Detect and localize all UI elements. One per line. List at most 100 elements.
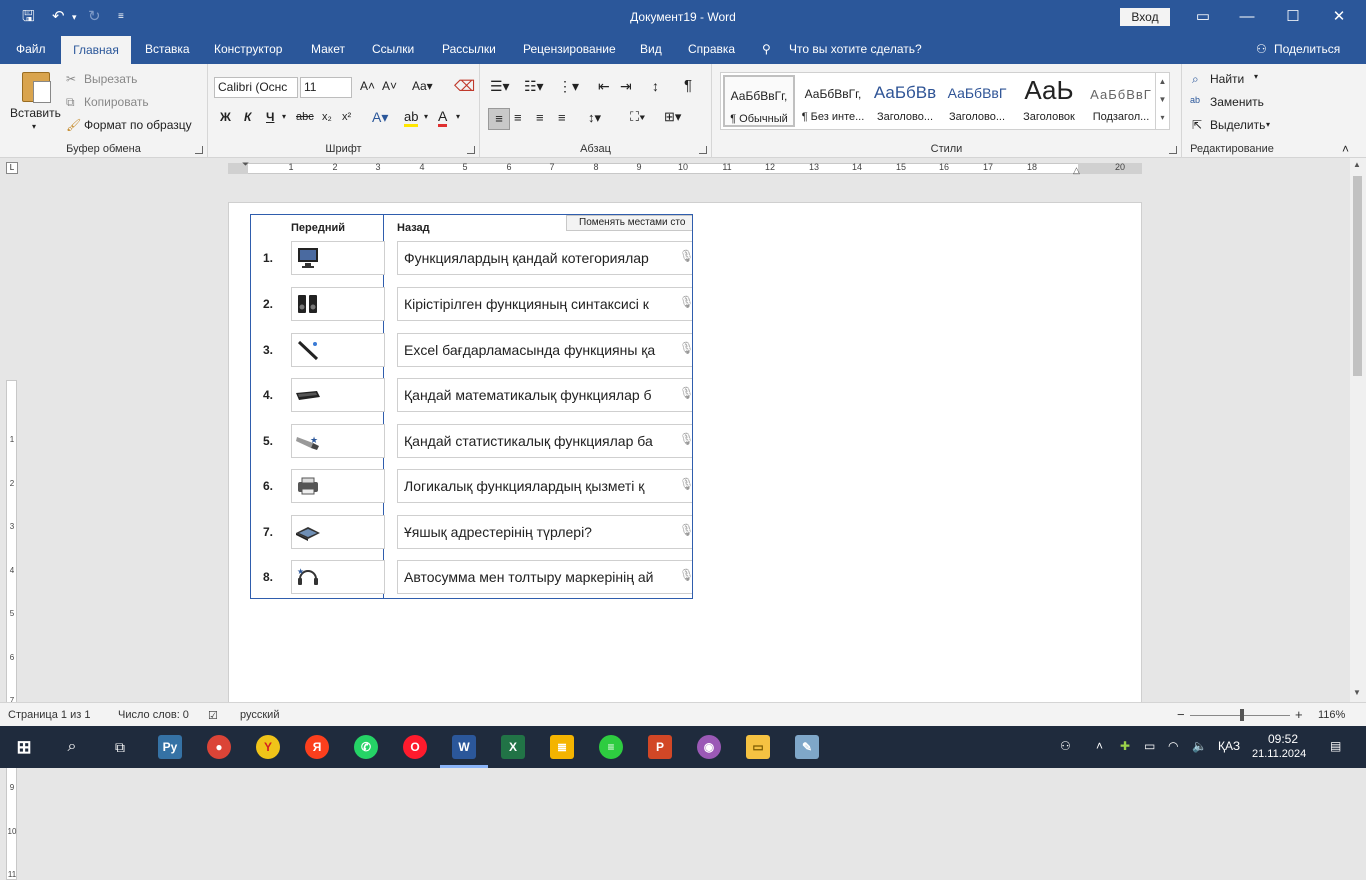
borders-icon[interactable]: ⊞▾ [664,109,681,125]
page-count[interactable]: Страница 1 из 1 [8,709,90,721]
notifications-icon[interactable]: ▤ [1330,739,1341,753]
style-normal[interactable]: АаБбВвГг, ¶ Обычный [723,75,795,127]
style-no-spacing[interactable]: АаБбВвГг, ¶ Без инте... [797,75,869,127]
proofing-icon[interactable]: ☑ [208,709,218,722]
python-icon[interactable]: Py [158,735,182,759]
back-cell[interactable]: Excel бағдарламасында функцияны қа [397,333,692,367]
scroll-down-icon[interactable]: ▼ [1353,688,1361,697]
windows-start-icon[interactable]: ⊞ [12,735,36,759]
maximize-button[interactable]: ☐ [1270,4,1316,30]
close-button[interactable]: ✕ [1316,4,1362,30]
word-icon[interactable]: W [452,735,476,759]
zoom-in-button[interactable]: + [1295,707,1303,722]
table-row[interactable]: 6. Логикалық функциялардың қызметі қ 🎙 [251,469,692,503]
flashcard-table[interactable]: Передний Назад Поменять местами сто 1. Ф… [250,214,693,599]
font-color-icon[interactable]: A [438,108,448,127]
replace-icon[interactable]: ab [1190,95,1200,105]
sign-in-button[interactable]: Вход [1120,8,1170,26]
zoom-level[interactable]: 116% [1318,709,1345,721]
find-icon[interactable]: ⌕ [1192,72,1199,87]
underline-dropdown-icon[interactable]: ▾ [282,112,286,121]
tab-review[interactable]: Рецензирование [523,42,616,56]
strikethrough-icon[interactable]: abc [296,111,314,123]
justify-icon[interactable]: ≡ [558,110,566,125]
numbering-icon[interactable]: ☷▾ [524,78,544,95]
chrome-icon[interactable]: ● [207,735,231,759]
yandex-icon[interactable]: Я [305,735,329,759]
tab-selector-icon[interactable]: L [6,162,18,174]
text-effects-icon[interactable]: A▾ [372,109,388,126]
underline-button[interactable]: Ч [266,110,274,124]
scrollbar-thumb[interactable] [1353,176,1362,376]
vertical-scrollbar[interactable]: ▲ ▼ [1350,158,1366,702]
table-row[interactable]: 2. Кірістірілген функцияның синтаксисі к… [251,287,692,321]
paste-icon[interactable] [22,72,51,103]
font-name-select[interactable]: Calibri (Оснс [214,77,298,98]
replace-button[interactable]: Заменить [1210,95,1264,109]
styles-launcher-icon[interactable] [1169,146,1177,154]
media-icon[interactable]: ◉ [697,735,721,759]
front-cell[interactable]: ★ [291,424,385,458]
back-cell[interactable]: Қандай статистикалық функциялар ба [397,424,692,458]
tab-view[interactable]: Вид [640,42,662,56]
tell-me-search[interactable]: Что вы хотите сделать? [789,42,922,56]
notes-icon[interactable]: ≣ [550,735,574,759]
bold-button[interactable]: Ж [220,110,231,124]
align-left-icon[interactable]: ≡ [488,108,510,130]
file-explorer-icon[interactable]: ▭ [746,735,770,759]
share-button[interactable]: Поделиться [1274,42,1340,56]
select-dropdown-icon[interactable]: ▾ [1266,120,1270,129]
format-painter-button[interactable]: Формат по образцу [84,118,192,132]
front-cell[interactable] [291,333,385,367]
font-color-dropdown-icon[interactable]: ▾ [456,112,460,121]
input-language[interactable]: ҚАЗ [1218,739,1240,753]
highlight-dropdown-icon[interactable]: ▾ [424,112,428,121]
language-indicator[interactable]: русский [240,709,279,721]
microphone-icon[interactable]: 🎙 [679,432,692,448]
task-view-icon[interactable]: ⧉ [108,735,132,759]
back-cell[interactable]: Қандай математикалық функциялар б [397,378,692,412]
powerpoint-icon[interactable]: P [648,735,672,759]
italic-button[interactable]: К [244,110,251,124]
microphone-icon[interactable]: 🎙 [679,568,692,584]
tab-help[interactable]: Справка [688,42,735,56]
scroll-up-icon[interactable]: ▲ [1353,160,1361,169]
whatsapp-icon[interactable]: ✆ [354,735,378,759]
highlight-icon[interactable]: ab [404,109,419,127]
front-cell[interactable]: ★ [291,560,385,594]
tray-app-icon[interactable]: ✚ [1120,739,1130,753]
decrease-indent-icon[interactable]: ⇤ [598,78,610,95]
front-cell[interactable] [291,469,385,503]
font-size-select[interactable]: 11 [300,77,352,98]
zoom-slider-thumb[interactable] [1240,709,1244,721]
back-cell[interactable]: Автосумма мен толтыру маркерінің ай [397,560,692,594]
paste-dropdown-icon[interactable]: ▾ [32,122,36,131]
bullets-icon[interactable]: ☰▾ [490,78,510,95]
line-spacing-icon[interactable]: ↕▾ [588,110,601,126]
app-icon[interactable]: ≡ [599,735,623,759]
front-cell[interactable] [291,287,385,321]
font-launcher-icon[interactable] [467,146,475,154]
vertical-ruler[interactable]: 1 2 3 4 5 6 7 8 9 10 11 [6,380,17,880]
people-icon[interactable]: ⚇ [1060,739,1071,753]
indent-marker-icon[interactable]: ⏷ [242,159,249,170]
tab-file[interactable]: Файл [16,42,46,56]
superscript-icon[interactable]: x² [342,111,351,123]
find-button[interactable]: Найти [1210,72,1244,86]
paragraph-launcher-icon[interactable] [699,146,707,154]
sort-icon[interactable]: ↕ [652,78,659,94]
opera-icon[interactable]: O [403,735,427,759]
tab-references[interactable]: Ссылки [372,42,414,56]
show-hidden-icons[interactable]: ˄ [1096,739,1103,753]
back-cell[interactable]: Логикалық функциялардың қызметі қ [397,469,692,503]
front-cell[interactable] [291,515,385,549]
shrink-font-icon[interactable]: A˅ [382,79,397,93]
search-icon[interactable]: ⌕ [60,735,84,759]
minimize-button[interactable]: — [1224,4,1270,30]
format-painter-icon[interactable]: 🖌 [66,118,81,132]
table-row[interactable]: 4. Қандай математикалық функциялар б 🎙 [251,378,692,412]
change-case-icon[interactable]: Aa▾ [412,79,433,93]
style-title[interactable]: АаЬ Заголовок [1013,75,1085,127]
microphone-icon[interactable]: 🎙 [679,249,692,265]
align-right-icon[interactable]: ≡ [536,110,544,125]
